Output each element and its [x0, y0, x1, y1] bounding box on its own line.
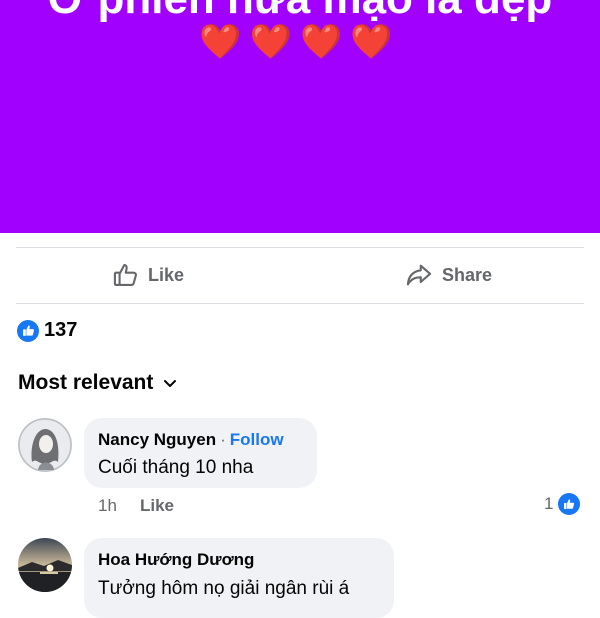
comment-timestamp[interactable]: 1h: [98, 496, 117, 516]
comment-author[interactable]: Hoa Hướng Dương: [98, 550, 254, 570]
divider: [16, 247, 584, 248]
share-label: Share: [442, 264, 493, 285]
avatar[interactable]: [18, 538, 72, 592]
comment-sort-dropdown[interactable]: Most relevant: [18, 371, 177, 395]
comment-bubble[interactable]: Hoa Hướng Dương Tưởng hôm nọ giải ngân r…: [84, 538, 394, 618]
chevron-down-icon: [163, 371, 177, 395]
hearts-emoji: ❤️❤️❤️❤️: [199, 23, 401, 61]
thumbs-up-icon: [558, 493, 581, 515]
comment-reactions[interactable]: 1: [544, 493, 581, 515]
comment-text: Tưởng hôm nọ giải ngân rùi á: [98, 578, 350, 599]
reactions-summary[interactable]: 137: [17, 319, 77, 342]
sort-label: Most relevant: [18, 371, 154, 394]
like-label: Like: [148, 264, 185, 285]
like-button[interactable]: Like: [112, 258, 184, 292]
thumbs-up-icon: [17, 319, 39, 342]
share-button[interactable]: Share: [404, 258, 492, 292]
divider: [16, 303, 584, 304]
share-arrow-icon: [404, 261, 434, 289]
comment-author-line: Nancy Nguyen · Follow: [98, 430, 284, 450]
post-image[interactable]: Ơ phiền hưa mạo là đẹp ❤️❤️❤️❤️: [0, 0, 600, 233]
post-image-caption: Ơ phiền hưa mạo là đẹp: [0, 0, 600, 24]
comment-like-button[interactable]: Like: [140, 496, 174, 516]
comment-text: Cuối tháng 10 nha: [98, 457, 254, 478]
reaction-count: 137: [44, 319, 78, 341]
follow-link[interactable]: Follow: [230, 430, 284, 449]
comment-bubble[interactable]: Nancy Nguyen · Follow Cuối tháng 10 nha: [84, 418, 317, 488]
avatar[interactable]: [18, 418, 72, 472]
separator-dot: ·: [220, 430, 226, 449]
thumbs-up-outline-icon: [112, 261, 140, 289]
comment-author[interactable]: Nancy Nguyen: [98, 430, 216, 449]
comment-reaction-count: 1: [544, 494, 554, 513]
